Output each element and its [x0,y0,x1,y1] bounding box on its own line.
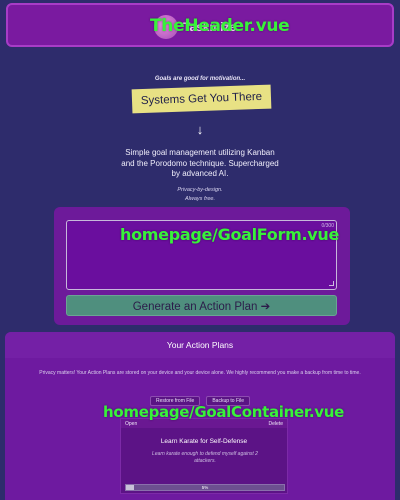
arrow-down-icon: ↓ [196,122,204,137]
card-header: Open Delete [121,419,287,428]
action-plans-section: Your Action Plans Privacy matters! Your … [5,332,395,500]
app-name: Taskmize [183,20,237,34]
action-plan-card: Open Delete Learn Karate for Self-Defens… [120,418,288,494]
hero-description: Simple goal management utilizing Kanban … [121,148,279,178]
open-plan-button[interactable]: Open [125,421,137,427]
hero-headline: Systems Get You There [131,84,272,114]
plan-title: Learn Karate for Self-Defense [160,438,248,445]
app-header: Taskmize TheHeader.vue [6,3,394,47]
privacy-tagline: Privacy-by-design. Always free. [0,186,400,204]
plan-progress-bar: 5% [125,484,285,491]
restore-from-file-button[interactable]: Restore from File [149,396,201,406]
privacy-line-2: Always free. [185,196,215,202]
resize-handle-icon[interactable] [329,281,334,286]
goal-input[interactable] [66,220,337,290]
progress-text: 5% [201,485,209,490]
goal-form: 0/300 homepage/GoalForm.vue Generate an … [54,207,350,325]
delete-plan-button[interactable]: Delete [269,421,283,427]
plan-description: Learn karate enough to defend myself aga… [152,451,258,464]
section-title: Your Action Plans [5,332,395,358]
privacy-note: Privacy matters! Your Action Plans are s… [39,370,361,376]
logo[interactable]: Taskmize [154,14,236,40]
hero-tagline: Goals are good for motivation... [154,76,246,82]
generate-action-plan-button[interactable]: Generate an Action Plan ➔ [66,295,337,316]
backup-to-file-button[interactable]: Backup to File [206,396,251,406]
backup-buttons: Restore from File Backup to File [5,396,395,406]
planet-logo-icon [154,15,178,39]
privacy-line-1: Privacy-by-design. [177,187,223,193]
char-counter: 0/300 [321,223,334,229]
